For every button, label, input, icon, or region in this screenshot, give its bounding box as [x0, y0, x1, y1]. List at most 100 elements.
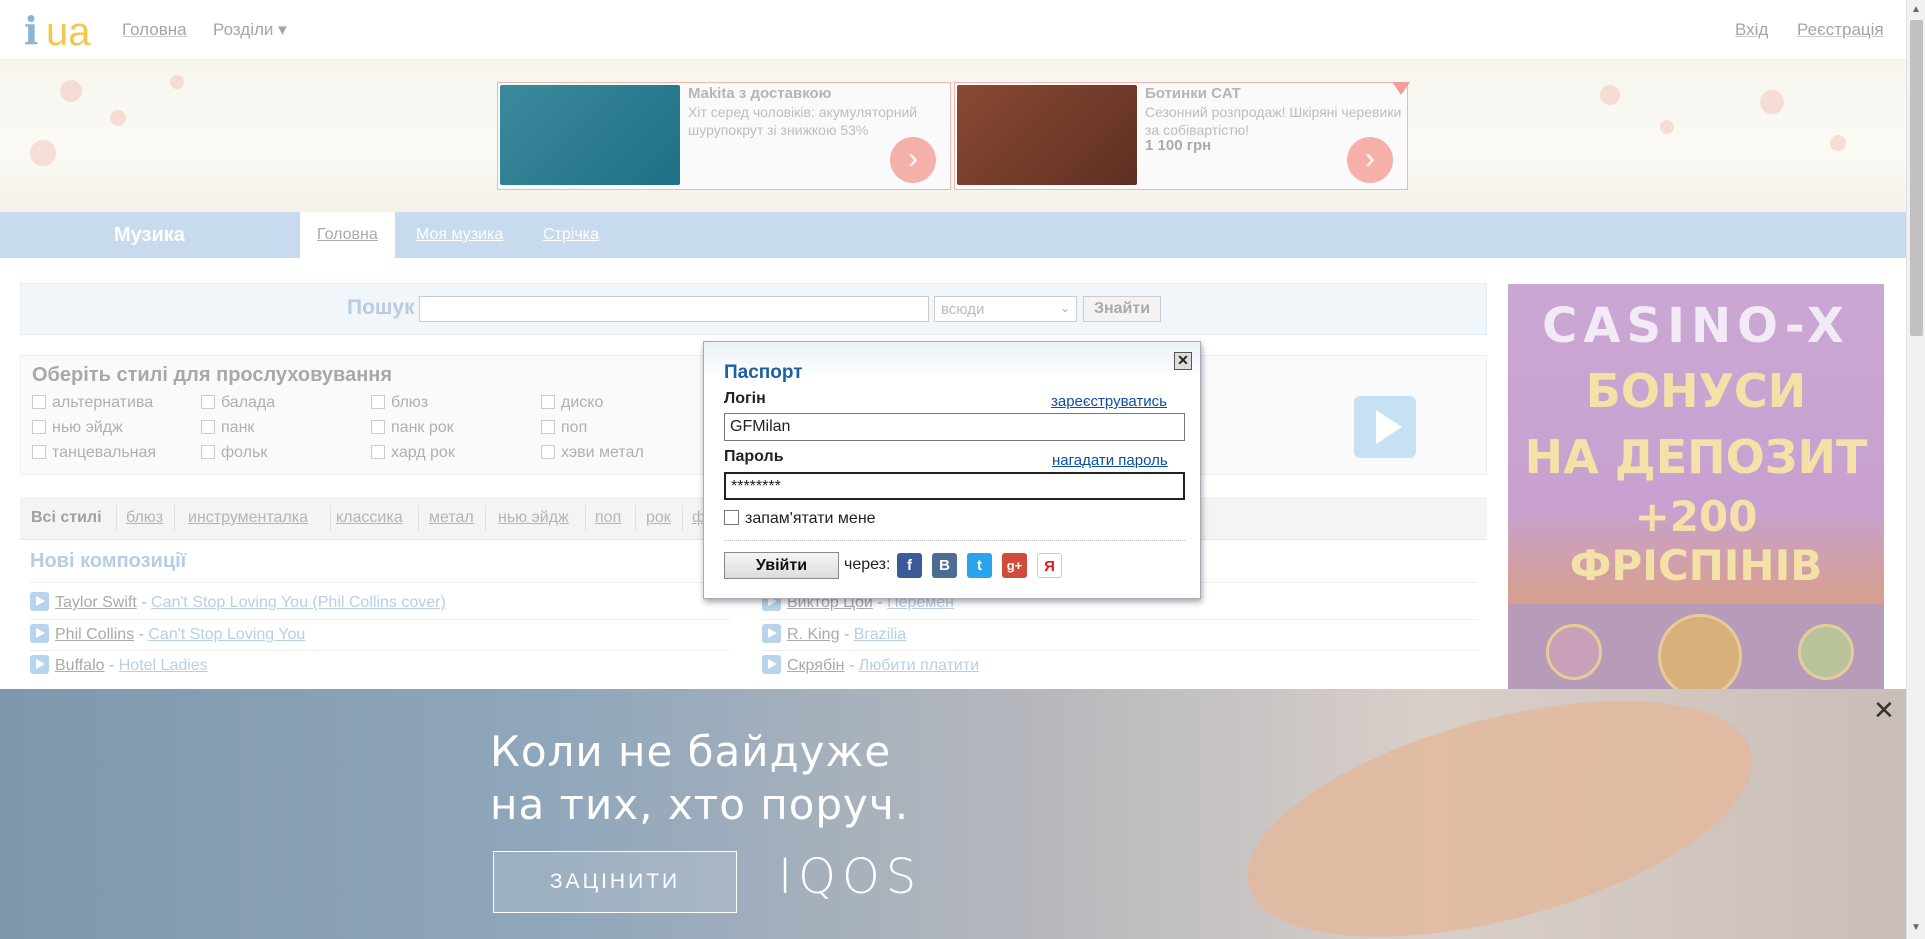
yandex-icon[interactable]: Я: [1037, 553, 1062, 578]
ad-title: Makita з доставкою: [688, 85, 832, 102]
style-checkbox[interactable]: диско: [541, 394, 603, 412]
new-songs-title: Нові композиції: [30, 550, 187, 572]
divider: [724, 540, 1185, 541]
genre-tab[interactable]: инструменталка: [188, 509, 308, 527]
heart-icon: [1798, 624, 1854, 680]
genre-tab[interactable]: рок: [646, 509, 671, 527]
genre-tab-all[interactable]: Всі стилі: [31, 509, 102, 527]
casino-line: БОНУСИ: [1585, 364, 1807, 418]
genre-tab[interactable]: поп: [595, 509, 621, 527]
casino-line: +200 ФРІСПІНІВ: [1569, 492, 1823, 590]
play-icon[interactable]: [762, 624, 781, 643]
genre-tab[interactable]: нью эйдж: [498, 509, 569, 527]
casino-logo: CASINO-X: [1542, 298, 1850, 354]
genre-tab[interactable]: классика: [336, 509, 403, 527]
vkontakte-icon[interactable]: B: [932, 553, 957, 578]
iqos-logo: IQOS: [778, 849, 923, 905]
scrollbar[interactable]: ▲ ▼: [1906, 0, 1925, 939]
style-checkbox[interactable]: хэви метал: [541, 444, 644, 462]
logo-text: ua: [46, 10, 91, 54]
iqos-ad[interactable]: Коли не байдуже на тих, хто поруч. ЗАЦІН…: [0, 689, 1906, 939]
tab-home[interactable]: Головна: [317, 226, 378, 244]
track-row: Taylor Swift - Can't Stop Loving You (Ph…: [30, 592, 446, 612]
play-icon[interactable]: [30, 592, 49, 611]
style-checkbox[interactable]: панк: [201, 419, 254, 437]
ad-price: 1 100 грн: [1145, 137, 1212, 154]
track-row: Buffalo - Hotel Ladies: [30, 655, 208, 675]
style-checkbox[interactable]: панк рок: [371, 419, 454, 437]
via-label: через:: [844, 556, 891, 573]
styles-title: Оберіть стилі для прослуховування: [32, 364, 393, 386]
track-row: Скрябін - Любити платити: [762, 655, 979, 675]
style-checkbox[interactable]: хард рок: [371, 444, 455, 462]
music-navbar: Музика Головна Моя музика Стрічка: [0, 212, 1906, 258]
iqos-cta-button[interactable]: ЗАЦІНИТИ: [493, 851, 737, 913]
iqos-line2: на тих, хто поруч.: [490, 780, 910, 829]
header-banner: [0, 60, 1906, 212]
modal-title: Паспорт: [724, 362, 803, 383]
twitter-icon[interactable]: t: [967, 553, 992, 578]
nav-home-link[interactable]: Головна: [122, 20, 187, 40]
password-field[interactable]: ********: [724, 472, 1185, 500]
scroll-thumb[interactable]: [1910, 20, 1923, 336]
style-checkbox[interactable]: нью эйдж: [32, 419, 123, 437]
style-checkbox[interactable]: фольк: [201, 444, 267, 462]
style-checkbox[interactable]: поп: [541, 419, 587, 437]
style-checkbox[interactable]: танцевальная: [32, 444, 156, 462]
style-checkbox[interactable]: балада: [201, 394, 275, 412]
top-header: i ua Головна Розділи ▾ Вхід Реєстрація: [0, 0, 1906, 60]
ad-text: Хіт серед чоловіків: акумуляторний шуруп…: [688, 104, 918, 138]
genre-tab[interactable]: блюз: [126, 509, 163, 527]
genre-tab[interactable]: метал: [429, 509, 474, 527]
google-plus-icon[interactable]: g+: [1002, 553, 1027, 578]
password-label: Пароль: [724, 448, 784, 465]
ad-makita[interactable]: Makita з доставкою Хіт серед чоловіків: …: [497, 82, 951, 190]
login-field[interactable]: GFMilan: [724, 413, 1185, 441]
play-icon[interactable]: [1354, 396, 1416, 458]
search-label: Пошук: [347, 296, 415, 319]
nav-sections-dropdown[interactable]: Розділи ▾: [213, 20, 287, 40]
register-link[interactable]: Реєстрація: [1797, 20, 1884, 40]
tab-my-music[interactable]: Моя музика: [416, 226, 503, 244]
style-checkbox[interactable]: альтернатива: [32, 394, 153, 412]
track-row: Phil Collins - Can't Stop Loving You: [30, 624, 305, 644]
site-logo[interactable]: i ua: [22, 8, 94, 54]
play-icon[interactable]: [762, 655, 781, 674]
spin-wheel-icon: [1658, 614, 1742, 690]
search-panel: Пошук всюди ⌄ Знайти: [20, 283, 1487, 335]
style-checkbox[interactable]: блюз: [371, 394, 428, 412]
ad-close-icon[interactable]: [1392, 82, 1410, 95]
ad-cat-boots[interactable]: Ботинки CAT Сезонний розпродаж! Шкіряні …: [954, 82, 1408, 190]
close-icon[interactable]: ✕: [1873, 697, 1895, 723]
play-icon[interactable]: [30, 624, 49, 643]
remind-password-link[interactable]: нагадати пароль: [1052, 452, 1168, 469]
boots-image: [957, 85, 1137, 185]
register-link[interactable]: зареєструватись: [1051, 393, 1167, 410]
remember-me-checkbox[interactable]: запам'ятати мене: [724, 510, 876, 528]
submit-login-button[interactable]: Увійти: [724, 552, 839, 579]
ad-title: Ботинки CAT: [1145, 85, 1241, 102]
track-row: R. King - Brazilia: [762, 624, 906, 644]
chevron-right-icon[interactable]: ›: [890, 137, 936, 183]
checkbox-icon[interactable]: [724, 510, 739, 525]
chevron-right-icon[interactable]: ›: [1347, 137, 1393, 183]
club-icon: [1546, 624, 1602, 680]
ad-text: Сезонний розпродаж! Шкіряні черевики за …: [1145, 104, 1402, 138]
passport-login-modal: Паспорт ✕ Логін зареєструватись GFMilan …: [703, 341, 1201, 599]
play-icon[interactable]: [30, 655, 49, 674]
person-icon: i: [24, 8, 39, 53]
search-button[interactable]: Знайти: [1083, 296, 1161, 322]
scroll-up-icon[interactable]: ▲: [1911, 4, 1921, 15]
search-scope-select[interactable]: всюди ⌄: [934, 296, 1077, 322]
tab-feed[interactable]: Стрічка: [543, 226, 599, 244]
search-input[interactable]: [419, 296, 929, 322]
facebook-icon[interactable]: f: [897, 553, 922, 578]
close-icon[interactable]: ✕: [1174, 352, 1192, 370]
iqos-line1: Коли не байдуже: [490, 727, 892, 776]
scroll-down-icon[interactable]: ▼: [1911, 922, 1921, 933]
scope-value: всюди: [941, 301, 985, 318]
login-link[interactable]: Вхід: [1735, 20, 1768, 40]
casino-ad[interactable]: CASINO-X БОНУСИ НА ДЕПОЗИТ +200 ФРІСПІНІ…: [1508, 284, 1884, 690]
casino-line: НА ДЕПОЗИТ: [1524, 430, 1868, 484]
chevron-down-icon: ⌄: [1059, 301, 1070, 315]
